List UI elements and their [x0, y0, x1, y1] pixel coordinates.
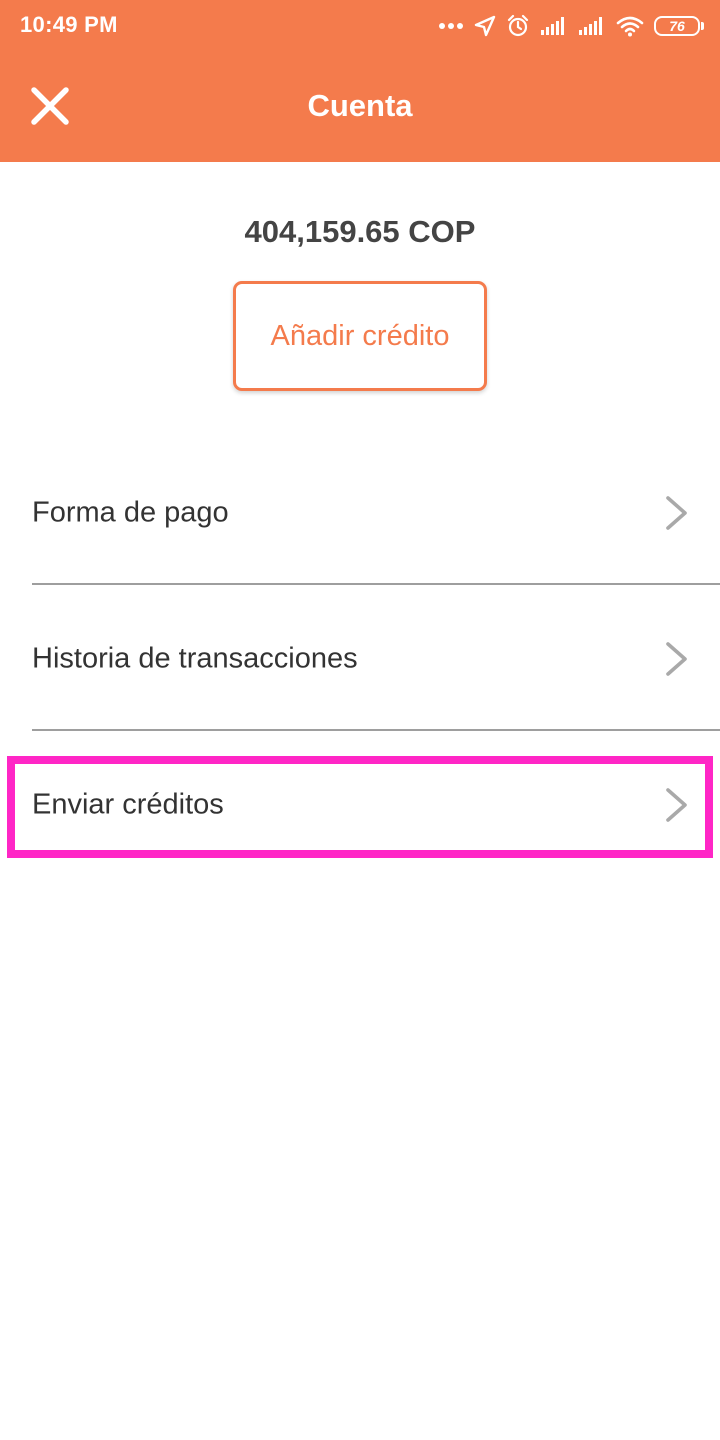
signal-icon	[579, 17, 602, 35]
status-bar: 10:49 PM 76	[0, 0, 720, 52]
page-title: Cuenta	[307, 88, 413, 123]
app-header: 10:49 PM 76 Cuenta	[0, 0, 720, 162]
menu-item-label: Enviar créditos	[32, 788, 224, 821]
chevron-right-icon	[666, 642, 687, 676]
menu-item-payment-method[interactable]: Forma de pago	[0, 440, 720, 586]
status-icons: 76	[438, 10, 704, 42]
menu-item-label: Forma de pago	[32, 496, 229, 529]
wifi-icon	[616, 16, 644, 37]
status-time: 10:49 PM	[20, 12, 118, 37]
menu-divider	[32, 729, 720, 731]
menu-divider	[32, 583, 720, 585]
add-credit-button[interactable]: Añadir crédito	[233, 281, 487, 391]
menu-item-label: Historia de transacciones	[32, 642, 358, 675]
more-dots-icon	[439, 23, 463, 29]
menu-item-send-credits[interactable]: Enviar créditos	[0, 732, 720, 878]
location-arrow-icon	[474, 15, 496, 37]
signal-icon	[541, 17, 564, 35]
chevron-right-icon	[666, 788, 687, 822]
alarm-icon	[507, 14, 529, 37]
account-balance: 404,159.65 COP	[244, 214, 476, 249]
menu-item-transaction-history[interactable]: Historia de transacciones	[0, 586, 720, 732]
battery-icon: 76	[654, 16, 704, 36]
battery-level: 76	[669, 18, 685, 34]
chevron-right-icon	[666, 496, 687, 530]
